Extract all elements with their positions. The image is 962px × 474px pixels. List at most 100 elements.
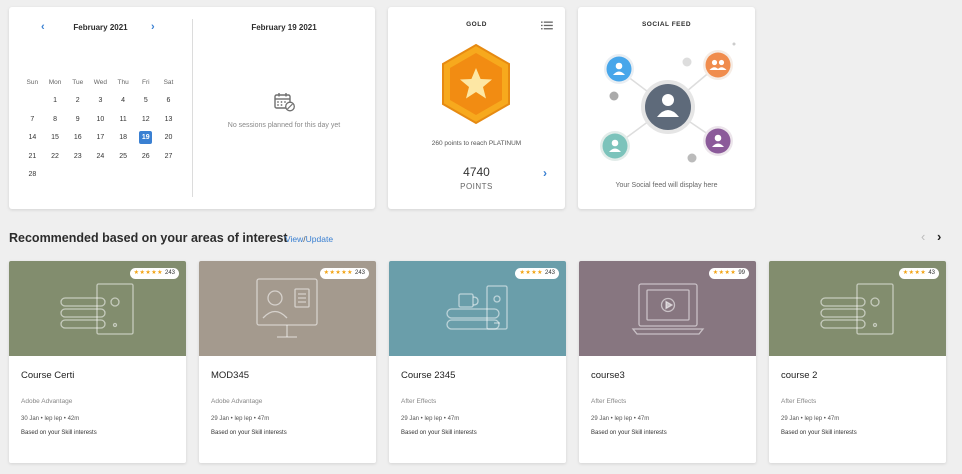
star-rating-icon: ★★★★: [519, 270, 543, 276]
social-feed-widget: SOCIAL FEED Your Social feed will displa…: [578, 7, 755, 209]
carousel-next-icon[interactable]: ›: [937, 229, 941, 244]
chevron-right-icon[interactable]: ›: [543, 166, 547, 180]
calendar-day[interactable]: 16: [66, 134, 89, 141]
course-title[interactable]: MOD345: [211, 370, 249, 381]
rating-badge: ★★★★ 99: [708, 268, 749, 279]
calendar-clock-icon: [274, 93, 295, 112]
course-source: Adobe Advantage: [211, 398, 263, 405]
course-source: After Effects: [401, 398, 437, 405]
course-recommendation-basis: Based on your Skill interests: [591, 430, 667, 436]
calendar-week-row: 14 15 16 17 18 19 20: [21, 129, 191, 148]
course-meta: 29 Jan • lep lep • 47m: [401, 416, 460, 422]
rating-badge: ★★★★ 43: [898, 268, 939, 279]
course-thumbnail[interactable]: ★★★★ 243: [389, 261, 566, 356]
calendar-day[interactable]: 9: [66, 116, 89, 123]
calendar-grid: Sun Mon Tue Wed Thu Fri Sat 1 2 3 4 5 6 7 8 9 10 11 12 13 14…: [21, 73, 191, 184]
calendar-day[interactable]: 20: [157, 134, 180, 141]
view-update-link[interactable]: View/Update: [285, 234, 333, 244]
course-meta: 30 Jan • lep lep • 42m: [21, 416, 80, 422]
course-title[interactable]: course 2: [781, 370, 817, 381]
course-card[interactable]: ★★★★★ 243 MOD345 Adobe Advantage 29 Jan • le…: [199, 261, 376, 463]
course-thumbnail[interactable]: ★★★★★ 243: [9, 261, 186, 356]
recommendations-title: Recommended based on your areas of inter…: [9, 231, 288, 245]
calendar-day[interactable]: 3: [89, 97, 112, 104]
calendar-day[interactable]: 19: [134, 131, 157, 145]
points-to-next-level: 260 points to reach PLATINUM: [431, 140, 522, 147]
course-source: After Effects: [591, 398, 627, 405]
rating-badge: ★★★★★ 243: [319, 268, 369, 279]
list-icon[interactable]: [541, 21, 553, 30]
social-feed-title: SOCIAL FEED: [641, 21, 692, 28]
course-meta: 29 Jan • lep lep • 47m: [591, 416, 650, 422]
view-link[interactable]: View: [285, 234, 303, 244]
calendar-day[interactable]: 12: [134, 116, 157, 123]
course-recommendation-basis: Based on your Skill interests: [781, 430, 857, 436]
calendar-widget: ‹ February 2021 › Sun Mon Tue Wed Thu Fri Sat 1…: [9, 7, 375, 209]
chevron-right-icon[interactable]: ›: [151, 21, 155, 33]
calendar-day[interactable]: 5: [134, 97, 157, 104]
rating-count: 99: [738, 270, 745, 276]
course-card[interactable]: ★★★★ 43 course 2 After Effects 29 Jan • lep …: [769, 261, 946, 463]
calendar-week-row: 21 22 23 24 25 26 27: [21, 147, 191, 166]
rating-count: 243: [544, 270, 555, 276]
course-recommendation-basis: Based on your Skill interests: [401, 430, 477, 436]
course-source: After Effects: [781, 398, 817, 405]
course-card[interactable]: ★★★★ 99 course3 After Effects 29 Jan • lep l…: [579, 261, 756, 463]
update-link[interactable]: Update: [306, 234, 333, 244]
rating-count: 43: [928, 270, 935, 276]
course-card[interactable]: ★★★★ 243 Course 2345 After Effects 29 Jan • …: [389, 261, 566, 463]
calendar-weekday-label: Mon: [48, 78, 62, 86]
calendar-day[interactable]: 27: [157, 153, 180, 160]
calendar-day[interactable]: 15: [44, 134, 67, 141]
calendar-day[interactable]: 14: [21, 134, 44, 141]
calendar-day[interactable]: 28: [21, 171, 44, 178]
day-sessions-panel: February 19 2021 No sessions planned for…: [193, 7, 375, 209]
no-sessions-message: No sessions planned for this day yet: [227, 122, 341, 129]
calendar-day[interactable]: 1: [44, 97, 67, 104]
calendar-week-row: 28: [21, 166, 191, 185]
gold-level-widget: GOLD 260 points to reach PLATINUM 4740 P…: [388, 7, 565, 209]
course-meta: 29 Jan • lep lep • 47m: [211, 416, 270, 422]
rating-count: 243: [164, 270, 175, 276]
rating-count: 243: [354, 270, 365, 276]
calendar-week-row: 123456: [21, 92, 191, 111]
course-title[interactable]: Course 2345: [401, 370, 455, 381]
calendar-day[interactable]: 26: [134, 153, 157, 160]
calendar-day[interactable]: 25: [112, 153, 135, 160]
course-thumbnail[interactable]: ★★★★★ 243: [199, 261, 376, 356]
course-title[interactable]: Course Certi: [21, 370, 74, 381]
calendar-weekday-label: Sat: [163, 78, 174, 86]
calendar-weekday-label: Thu: [117, 78, 129, 86]
calendar-day[interactable]: 22: [44, 153, 67, 160]
calendar-day[interactable]: 6: [157, 97, 180, 104]
star-rating-icon: ★★★★: [902, 270, 927, 276]
calendar-month-panel: ‹ February 2021 › Sun Mon Tue Wed Thu Fri Sat 1…: [9, 7, 192, 209]
calendar-day[interactable]: 24: [89, 153, 112, 160]
social-feed-message: Your Social feed will display here: [615, 182, 718, 189]
calendar-day[interactable]: 8: [44, 116, 67, 123]
calendar-weekday-label: Fri: [141, 78, 150, 86]
calendar-day[interactable]: 18: [112, 134, 135, 141]
carousel-prev-icon[interactable]: ‹: [921, 229, 925, 244]
star-rating-icon: ★★★★: [712, 270, 737, 276]
course-meta: 29 Jan • lep lep • 47m: [781, 416, 840, 422]
calendar-month-label: February 2021: [73, 23, 128, 32]
calendar-day[interactable]: 10: [89, 116, 112, 123]
calendar-day[interactable]: 23: [66, 153, 89, 160]
star-hexagon-icon: [442, 43, 510, 125]
rating-badge: ★★★★★ 243: [129, 268, 179, 279]
calendar-day[interactable]: 17: [89, 134, 112, 141]
course-card[interactable]: ★★★★★ 243 Course Certi Adobe Advantage 30 Ja…: [9, 261, 186, 463]
course-title[interactable]: course3: [591, 370, 625, 381]
calendar-day[interactable]: 2: [66, 97, 89, 104]
calendar-day[interactable]: 21: [21, 153, 44, 160]
calendar-day[interactable]: 4: [112, 97, 135, 104]
calendar-header: ‹ February 2021 ›: [9, 21, 192, 35]
star-rating-icon: ★★★★★: [323, 270, 353, 276]
star-rating-icon: ★★★★★: [133, 270, 163, 276]
course-thumbnail[interactable]: ★★★★ 99: [579, 261, 756, 356]
calendar-day[interactable]: 13: [157, 116, 180, 123]
course-thumbnail[interactable]: ★★★★ 43: [769, 261, 946, 356]
calendar-day[interactable]: 7: [21, 116, 44, 123]
calendar-day[interactable]: 11: [112, 116, 135, 123]
